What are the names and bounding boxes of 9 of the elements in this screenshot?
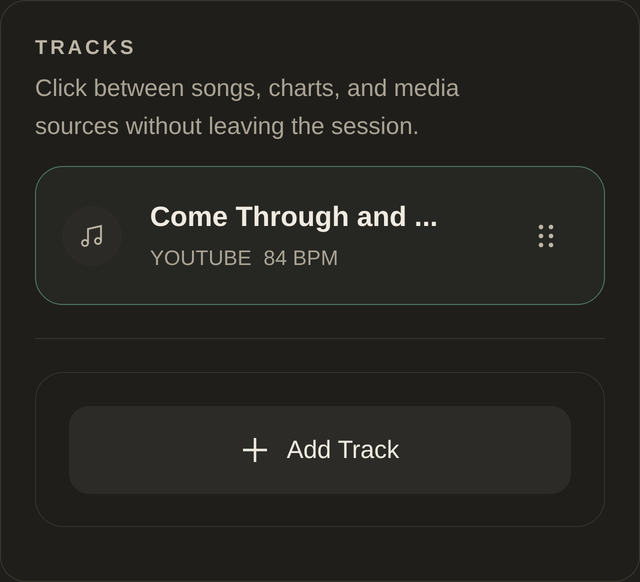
track-title: Come Through and ...: [150, 200, 439, 232]
track-card[interactable]: Come Through and ... YOUTUBE 84 BPM: [35, 166, 605, 305]
section-heading: TRACKS: [35, 37, 138, 60]
section-description: Click between songs, charts, and media sources without leaving the session.: [35, 74, 460, 142]
plus-icon: [240, 436, 269, 464]
track-tempo: 84 BPM: [264, 246, 338, 270]
drag-handle-icon[interactable]: [538, 224, 554, 248]
add-track-button[interactable]: Add Track: [69, 406, 571, 494]
track-source: YOUTUBE: [150, 246, 252, 270]
